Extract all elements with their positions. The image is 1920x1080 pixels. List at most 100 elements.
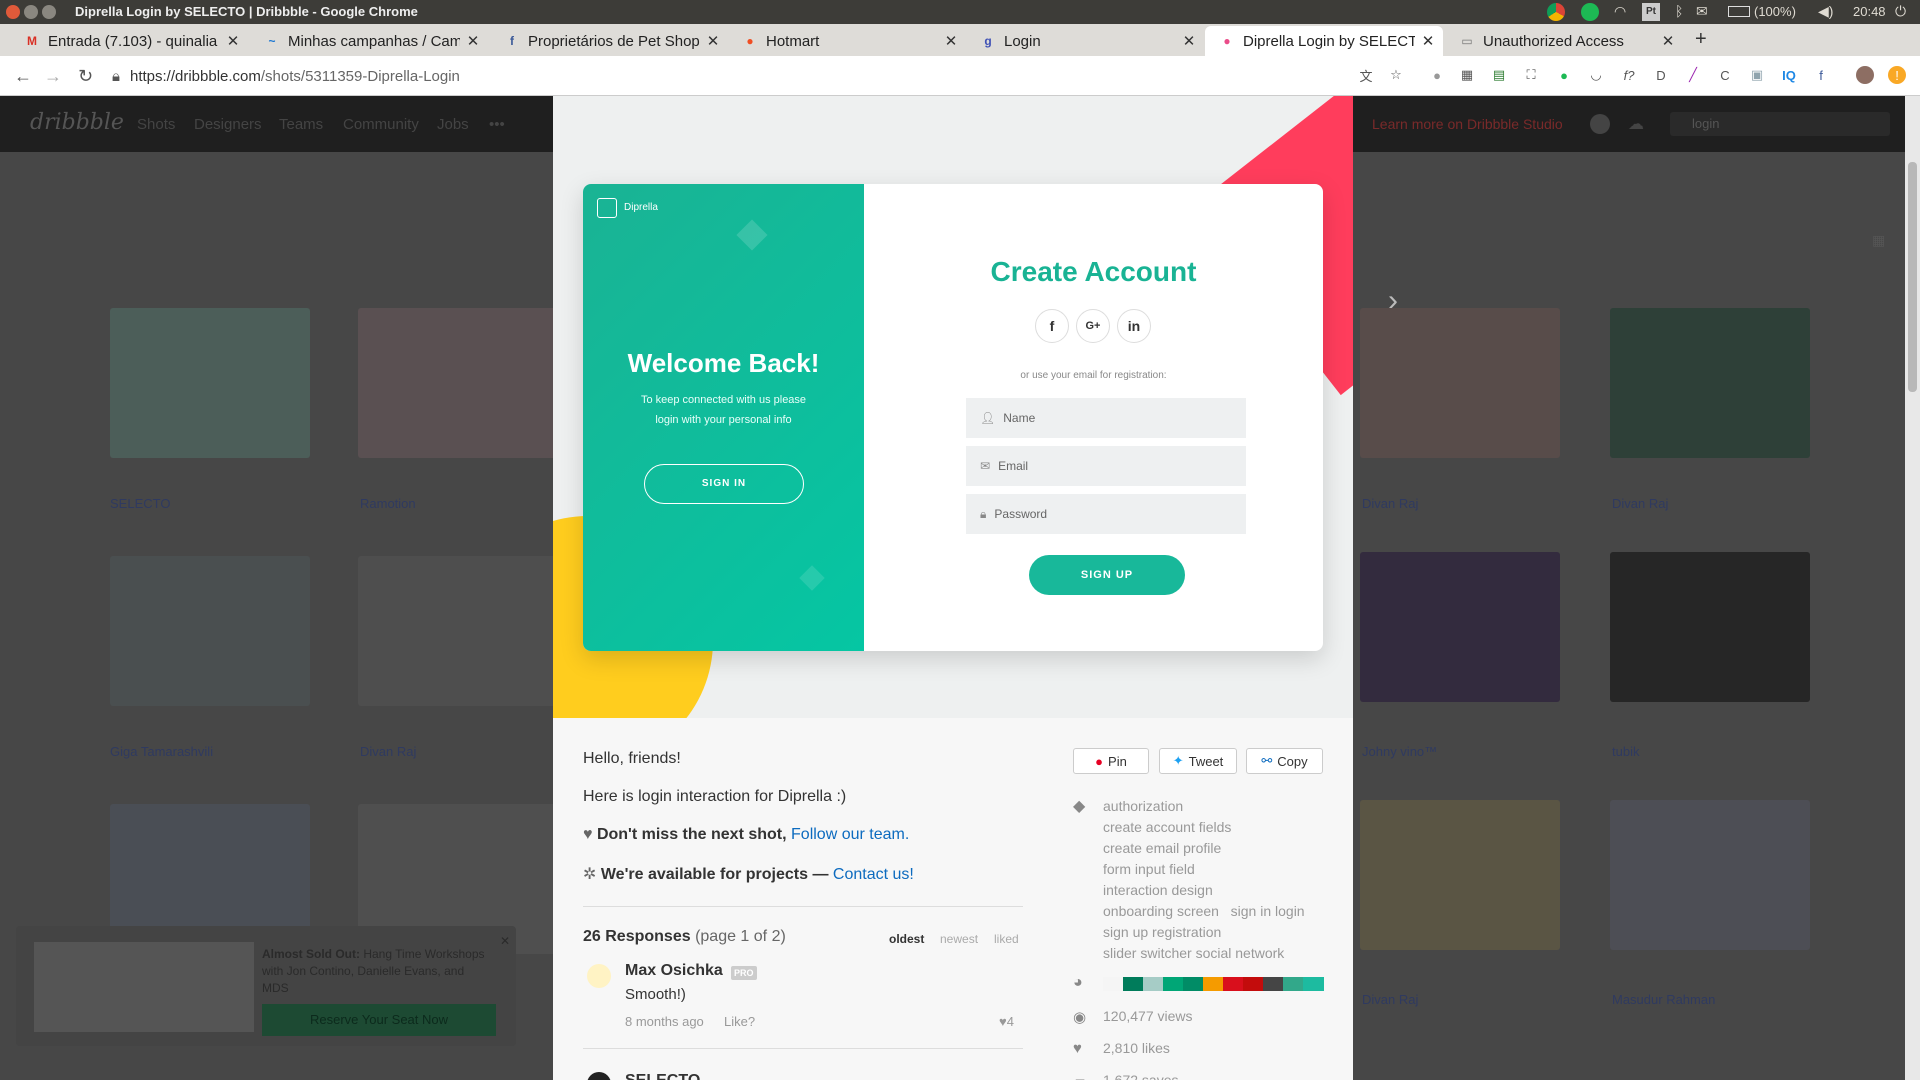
- close-window-icon[interactable]: [6, 5, 20, 19]
- spotify-icon[interactable]: [1581, 3, 1599, 21]
- shot-author[interactable]: Ramotion: [360, 496, 416, 511]
- shot-thumbnail[interactable]: [1360, 800, 1560, 950]
- extension-c-icon[interactable]: C: [1716, 66, 1734, 84]
- sign-up-button[interactable]: SIGN UP: [1029, 555, 1185, 595]
- battery-icon[interactable]: [1728, 6, 1750, 17]
- saves-count[interactable]: 1,672 saves: [1103, 1072, 1179, 1080]
- tab-4[interactable]: ● Hotmart ✕: [728, 26, 966, 56]
- minimize-window-icon[interactable]: [24, 5, 38, 19]
- close-tab-icon[interactable]: ✕: [1182, 32, 1196, 50]
- new-tab-button[interactable]: +: [1695, 28, 1707, 51]
- tab-1[interactable]: M Entrada (7.103) - quinalia ✕: [10, 26, 248, 56]
- volume-icon[interactable]: ◀): [1818, 3, 1833, 20]
- shot-author[interactable]: Divan Raj: [1362, 992, 1418, 1007]
- palette-swatch[interactable]: [1103, 977, 1124, 991]
- extension-iq-icon[interactable]: IQ: [1780, 66, 1798, 84]
- tab-6[interactable]: ● Diprella Login by SELECTO ✕: [1205, 26, 1443, 56]
- shot-thumbnail[interactable]: [1360, 308, 1560, 458]
- tag[interactable]: interaction design: [1103, 880, 1333, 901]
- palette-swatch[interactable]: [1283, 977, 1304, 991]
- extension-pocket-icon[interactable]: ◡: [1587, 66, 1605, 84]
- extension-dot-icon[interactable]: ●: [1428, 66, 1446, 84]
- tab-5[interactable]: g Login ✕: [966, 26, 1204, 56]
- extension-grammarly-icon[interactable]: ●: [1555, 66, 1573, 84]
- grid-view-icon[interactable]: ▦: [1872, 232, 1885, 249]
- tag[interactable]: sign in login: [1231, 903, 1305, 919]
- palette-swatch[interactable]: [1163, 977, 1184, 991]
- shot-thumbnail[interactable]: [110, 556, 310, 706]
- likes-count[interactable]: 2,810 likes: [1103, 1040, 1170, 1056]
- shot-thumbnail[interactable]: [1360, 552, 1560, 702]
- views-count[interactable]: 120,477 views: [1103, 1008, 1193, 1024]
- tag[interactable]: onboarding screen: [1103, 903, 1219, 919]
- translate-icon[interactable]: 文: [1357, 66, 1375, 84]
- tag[interactable]: authorization: [1103, 796, 1333, 817]
- forward-icon[interactable]: →: [44, 66, 62, 87]
- pin-button[interactable]: ● Pin: [1073, 748, 1149, 774]
- dribbble-logo[interactable]: dribbble: [30, 110, 124, 135]
- sort-liked[interactable]: liked: [994, 932, 1019, 946]
- ad-image[interactable]: [34, 942, 254, 1032]
- shot-author[interactable]: Divan Raj: [1362, 496, 1418, 511]
- studio-banner[interactable]: Learn more on Dribbble Studio: [1372, 116, 1563, 132]
- power-icon[interactable]: ⏻: [1895, 3, 1906, 20]
- nav-link[interactable]: Teams: [279, 116, 323, 133]
- tab-7[interactable]: ▭ Unauthorized Access ✕: [1445, 26, 1683, 56]
- extension-d-icon[interactable]: D: [1652, 66, 1670, 84]
- shot-author[interactable]: Giga Tamarashvili: [110, 744, 213, 759]
- google-plus-icon[interactable]: G+: [1076, 309, 1110, 343]
- close-tab-icon[interactable]: ✕: [944, 32, 958, 50]
- nav-link[interactable]: •••: [489, 116, 505, 133]
- shot-author[interactable]: tubik: [1612, 744, 1639, 759]
- tag[interactable]: slider switcher social network: [1103, 943, 1333, 964]
- linkedin-icon[interactable]: in: [1117, 309, 1151, 343]
- profile-avatar[interactable]: [1856, 66, 1874, 84]
- avatar[interactable]: [587, 964, 611, 988]
- nav-link[interactable]: Shots: [137, 116, 175, 133]
- close-tab-icon[interactable]: ✕: [226, 32, 240, 50]
- close-ad-icon[interactable]: ✕: [500, 934, 510, 948]
- palette-swatch[interactable]: [1183, 977, 1204, 991]
- page-scrollbar[interactable]: [1905, 96, 1920, 1080]
- extension-box-icon[interactable]: ▣: [1748, 66, 1766, 84]
- sort-newest[interactable]: newest: [940, 932, 978, 946]
- nav-link[interactable]: Community: [343, 116, 419, 133]
- palette-swatch[interactable]: [1243, 977, 1264, 991]
- comment-author[interactable]: SELECTO: [625, 1072, 700, 1080]
- address-bar[interactable]: 🔒︎ https://dribbble.com/shots/5311359-Di…: [112, 62, 1402, 90]
- tab-3[interactable]: f Proprietários de Pet Shop ✕: [490, 26, 728, 56]
- tag[interactable]: form input field: [1103, 859, 1333, 880]
- maximize-window-icon[interactable]: [42, 5, 56, 19]
- palette-swatch[interactable]: [1303, 977, 1324, 991]
- extension-capture-icon[interactable]: ⛶: [1522, 66, 1540, 84]
- update-icon[interactable]: !: [1888, 66, 1906, 84]
- close-tab-icon[interactable]: ✕: [1421, 32, 1435, 50]
- extension-pen-icon[interactable]: ╱: [1684, 66, 1702, 84]
- avatar[interactable]: [587, 1072, 611, 1080]
- extension-grid-icon[interactable]: ▦: [1458, 66, 1476, 84]
- shot-thumbnail[interactable]: [1610, 800, 1810, 950]
- extension-facebook-icon[interactable]: f: [1812, 66, 1830, 84]
- facebook-icon[interactable]: f: [1035, 309, 1069, 343]
- palette-swatch[interactable]: [1203, 977, 1224, 991]
- palette-swatch[interactable]: [1123, 977, 1144, 991]
- upload-cloud-icon[interactable]: ☁: [1628, 114, 1650, 134]
- tab-2[interactable]: ~ Minhas campanhas / Cam ✕: [250, 26, 488, 56]
- shot-thumbnail[interactable]: [1610, 308, 1810, 458]
- shot-thumbnail[interactable]: [358, 556, 558, 706]
- palette-swatch[interactable]: [1263, 977, 1284, 991]
- tag[interactable]: create email profile: [1103, 838, 1333, 859]
- shot-thumbnail[interactable]: [110, 308, 310, 458]
- user-avatar-icon[interactable]: [1590, 114, 1610, 134]
- close-tab-icon[interactable]: ✕: [1661, 32, 1675, 50]
- next-shot-arrow-icon[interactable]: ›: [1388, 284, 1398, 318]
- palette-swatch[interactable]: [1143, 977, 1164, 991]
- name-field[interactable]: 👤︎ Name: [966, 398, 1246, 438]
- scrollbar-thumb[interactable]: [1908, 162, 1917, 392]
- ad-button[interactable]: Reserve Your Seat Now: [262, 1004, 496, 1036]
- shot-author[interactable]: SELECTO: [110, 496, 170, 511]
- tweet-button[interactable]: ✦ Tweet: [1159, 748, 1237, 774]
- shot-author[interactable]: Divan Raj: [360, 744, 416, 759]
- tag[interactable]: create account fields: [1103, 817, 1333, 838]
- sort-oldest[interactable]: oldest: [889, 932, 924, 946]
